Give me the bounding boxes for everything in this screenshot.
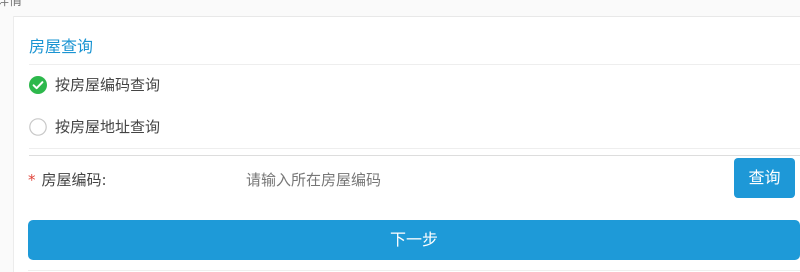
house-query-page: 详情 房屋查询 按房屋编码查询 按房屋地址查询 * 房屋编码: 查询 下一步 — [0, 0, 800, 272]
house-code-input[interactable] — [240, 167, 722, 193]
options-divider — [29, 148, 800, 149]
radio-label-by-code: 按房屋编码查询 — [55, 76, 161, 94]
top-header-strip: 详情 — [0, 0, 800, 17]
radio-option-by-code[interactable]: 按房屋编码查询 — [29, 74, 160, 96]
bottom-divider — [28, 270, 800, 271]
house-code-label: * 房屋编码: — [28, 169, 107, 191]
query-panel: 房屋查询 按房屋编码查询 按房屋地址查询 * 房屋编码: 查询 下一步 — [14, 17, 800, 272]
radio-label-by-address: 按房屋地址查询 — [55, 118, 161, 136]
required-mark: * — [28, 171, 36, 189]
title-divider — [29, 64, 800, 65]
form-divider — [29, 155, 800, 156]
radio-option-by-address[interactable]: 按房屋地址查询 — [29, 116, 160, 138]
radio-empty-icon — [29, 118, 47, 136]
next-step-button[interactable]: 下一步 — [28, 220, 800, 260]
query-button[interactable]: 查询 — [734, 158, 795, 198]
section-title: 房屋查询 — [29, 37, 94, 56]
house-code-label-text: 房屋编码: — [41, 171, 107, 189]
top-strip-label: 详情 — [0, 0, 23, 9]
left-rail — [0, 16, 14, 272]
check-circle-icon — [29, 76, 47, 94]
